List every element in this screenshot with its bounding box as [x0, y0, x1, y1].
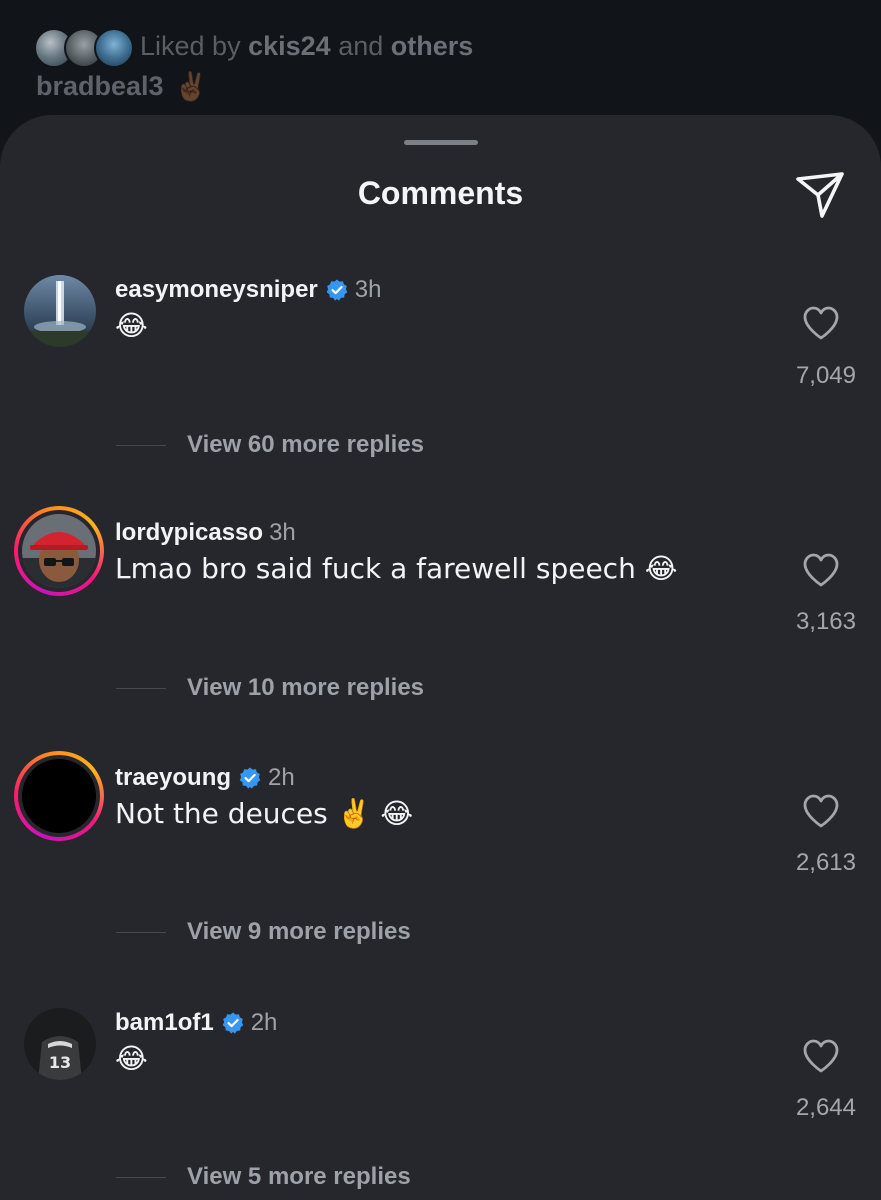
comment-username[interactable]: bam1of1 — [115, 1009, 214, 1037]
verified-badge-icon — [222, 1012, 244, 1034]
view-replies-label: View 60 more replies — [187, 431, 425, 458]
replies-divider — [116, 687, 166, 689]
like-count: 2,613 — [795, 849, 856, 876]
comment-time: 2h — [250, 1009, 278, 1036]
caption-emoji: ✌🏾 — [173, 70, 209, 103]
comment-time: 3h — [354, 276, 382, 303]
liked-and: and — [338, 30, 384, 61]
avatar[interactable]: 13 — [24, 1008, 96, 1080]
heart-icon[interactable] — [802, 1038, 840, 1074]
view-replies-label: View 10 more replies — [187, 674, 425, 701]
like-count: 3,163 — [795, 608, 856, 635]
liked-prefix: Liked by — [140, 30, 241, 61]
avatar[interactable] — [24, 275, 96, 347]
comment-text: 😂 — [115, 309, 148, 342]
like-count: 7,049 — [795, 362, 856, 389]
comment-text: 😂 — [115, 1042, 148, 1075]
instagram-comments-screen: Liked by ckis24 and others bradbeal3 ✌🏾 … — [0, 0, 881, 1200]
view-replies[interactable]: View 9 more replies — [116, 917, 411, 947]
verified-badge-icon — [239, 767, 261, 789]
liked-avatar — [94, 28, 134, 68]
avatar — [22, 759, 96, 833]
like-count: 2,644 — [795, 1094, 856, 1121]
comment-username[interactable]: lordypicasso — [115, 519, 263, 547]
heart-icon[interactable] — [802, 552, 840, 588]
post-caption: bradbeal3 ✌🏾 — [36, 70, 208, 103]
sheet-drag-handle[interactable] — [404, 140, 478, 145]
story-ring[interactable] — [14, 751, 104, 841]
avatar — [22, 514, 96, 588]
comments-sheet: Comments easymoneysniper 3h 😂 7,049 View… — [0, 115, 881, 1200]
heart-icon[interactable] — [802, 305, 840, 341]
comment-text: Lmao bro said fuck a farewell speech 😂 — [115, 552, 678, 585]
comment-text: Not the deuces ✌️ 😂 — [115, 797, 414, 830]
liked-by-row[interactable]: Liked by ckis24 and others — [34, 26, 473, 68]
liked-by-text: Liked by ckis24 and others — [140, 31, 473, 62]
view-replies[interactable]: View 5 more replies — [116, 1162, 411, 1192]
comment-header: traeyoung 2h — [115, 763, 295, 793]
send-icon[interactable] — [792, 167, 848, 223]
comment-header: lordypicasso 3h — [115, 518, 296, 548]
comment-header: easymoneysniper 3h — [115, 275, 381, 305]
story-ring[interactable] — [14, 506, 104, 596]
comment-username[interactable]: easymoneysniper — [115, 276, 318, 304]
comment-header: bam1of1 2h — [115, 1008, 277, 1038]
replies-divider — [116, 444, 166, 446]
sheet-title: Comments — [357, 175, 524, 211]
comment-username[interactable]: traeyoung — [115, 764, 231, 792]
liked-others[interactable]: others — [391, 31, 474, 61]
view-replies[interactable]: View 60 more replies — [116, 430, 424, 460]
view-replies-label: View 5 more replies — [187, 1163, 411, 1190]
verified-badge-icon — [326, 279, 348, 301]
comment-time: 3h — [269, 519, 296, 546]
svg-text:13: 13 — [49, 1053, 71, 1072]
replies-divider — [116, 931, 166, 933]
liked-user[interactable]: ckis24 — [248, 31, 331, 61]
caption-username[interactable]: bradbeal3 — [36, 71, 164, 102]
view-replies-label: View 9 more replies — [187, 918, 411, 945]
comment-time: 2h — [268, 764, 295, 791]
heart-icon[interactable] — [802, 793, 840, 829]
liked-by-avatars — [34, 26, 134, 68]
replies-divider — [116, 1176, 166, 1178]
view-replies[interactable]: View 10 more replies — [116, 673, 424, 703]
